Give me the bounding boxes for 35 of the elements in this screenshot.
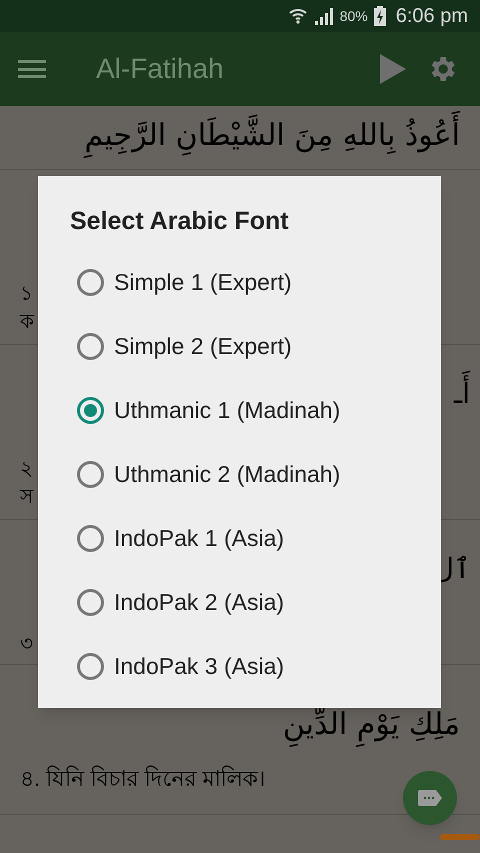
- font-option[interactable]: Simple 1 (Expert): [38, 250, 441, 314]
- verse-translation: স: [20, 485, 33, 510]
- menu-button[interactable]: [18, 57, 46, 81]
- scroll-indicator: [440, 834, 480, 840]
- verse-translation: ক: [20, 310, 34, 335]
- verse-translation: ৪. যিনি বিচার দিনের মালিক।: [20, 764, 267, 793]
- verse-translation: ২: [20, 457, 33, 482]
- screen-title: Al-Fatihah: [96, 52, 225, 86]
- battery-charging-icon: [374, 6, 386, 26]
- clock-time: 6:06 pm: [396, 4, 468, 29]
- font-option[interactable]: Uthmanic 2 (Madinah): [38, 442, 441, 506]
- chat-fab[interactable]: [403, 771, 457, 825]
- radio-button[interactable]: [77, 396, 104, 424]
- font-option[interactable]: IndoPak 1 (Asia): [38, 506, 441, 570]
- verse-translation: ১: [20, 282, 33, 307]
- dialog-title: Select Arabic Font: [70, 206, 290, 237]
- radio-button[interactable]: [77, 268, 104, 296]
- arabic-verse: أَعُوذُ بِاللهِ مِنَ الشَّيْطَانِ الرَّجِيمِ: [20, 106, 460, 166]
- radio-button[interactable]: [77, 652, 104, 680]
- radio-button[interactable]: [77, 460, 104, 488]
- verse-translation: ৩: [20, 632, 33, 657]
- signal-icon: [314, 7, 334, 25]
- wifi-icon: [288, 6, 308, 26]
- radio-button[interactable]: [77, 524, 104, 552]
- arabic-verse: مَلِكِ يَوْمِ الدِّينِ: [20, 695, 460, 755]
- font-option[interactable]: Uthmanic 1 (Madinah): [38, 378, 441, 442]
- battery-percent: 80%: [340, 6, 368, 26]
- arabic-verse: أَـ: [454, 373, 470, 415]
- play-icon[interactable]: [380, 54, 406, 84]
- message-tag-icon: [418, 790, 442, 806]
- radio-button[interactable]: [77, 588, 104, 616]
- font-option[interactable]: IndoPak 2 (Asia): [38, 570, 441, 634]
- radio-button[interactable]: [77, 332, 104, 360]
- font-option[interactable]: Simple 2 (Expert): [38, 314, 441, 378]
- font-option[interactable]: IndoPak 3 (Asia): [38, 634, 441, 698]
